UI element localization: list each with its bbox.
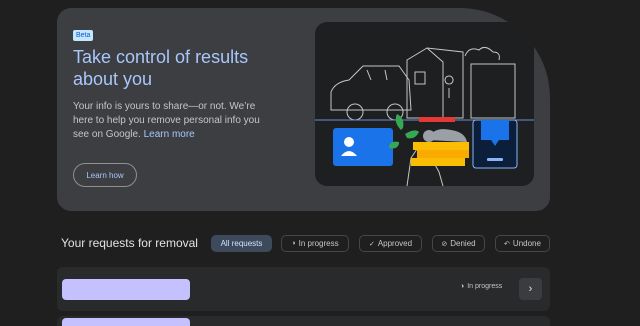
status-text: In progress xyxy=(467,283,503,290)
redacted-url xyxy=(62,318,190,326)
in-progress-icon: ◑ xyxy=(291,240,296,247)
hero-illustration xyxy=(315,22,534,186)
redacted-url xyxy=(62,279,190,300)
beta-badge: Beta xyxy=(73,30,94,41)
hero-card: Beta Take control of results about you Y… xyxy=(57,8,550,211)
learn-how-button[interactable]: Learn how xyxy=(73,163,137,187)
hero-title: Take control of results about you xyxy=(73,47,249,89)
check-icon: ✓ xyxy=(368,240,375,248)
chevron-right-icon[interactable]: › xyxy=(519,278,542,300)
chip-all-requests[interactable]: All requests xyxy=(211,235,272,252)
id-card-shape xyxy=(333,128,393,166)
chip-label: Denied xyxy=(450,239,476,248)
denied-icon: ⊘ xyxy=(441,240,448,248)
hero-description: Your info is yours to share—or not. We’r… xyxy=(73,100,273,142)
chip-label: In progress xyxy=(298,239,339,248)
requests-title: Your requests for removal xyxy=(61,236,198,250)
request-row[interactable]: ◑ In progress › xyxy=(57,267,550,311)
chip-in-progress[interactable]: ◑ In progress xyxy=(281,235,349,252)
chip-denied[interactable]: ⊘ Denied xyxy=(432,235,485,252)
learn-more-link[interactable]: Learn more xyxy=(144,129,195,140)
chip-undone[interactable]: ↶ Undone xyxy=(495,235,550,252)
status-label: ◑ In progress xyxy=(460,283,502,290)
chip-label: All requests xyxy=(220,239,263,248)
request-row[interactable] xyxy=(57,316,550,326)
illustration-art xyxy=(315,46,534,186)
chip-label: Undone xyxy=(512,239,541,248)
chip-approved[interactable]: ✓ Approved xyxy=(359,235,422,252)
undo-icon: ↶ xyxy=(504,240,510,248)
chip-label: Approved xyxy=(377,239,413,248)
in-progress-icon: ◑ xyxy=(460,283,465,290)
